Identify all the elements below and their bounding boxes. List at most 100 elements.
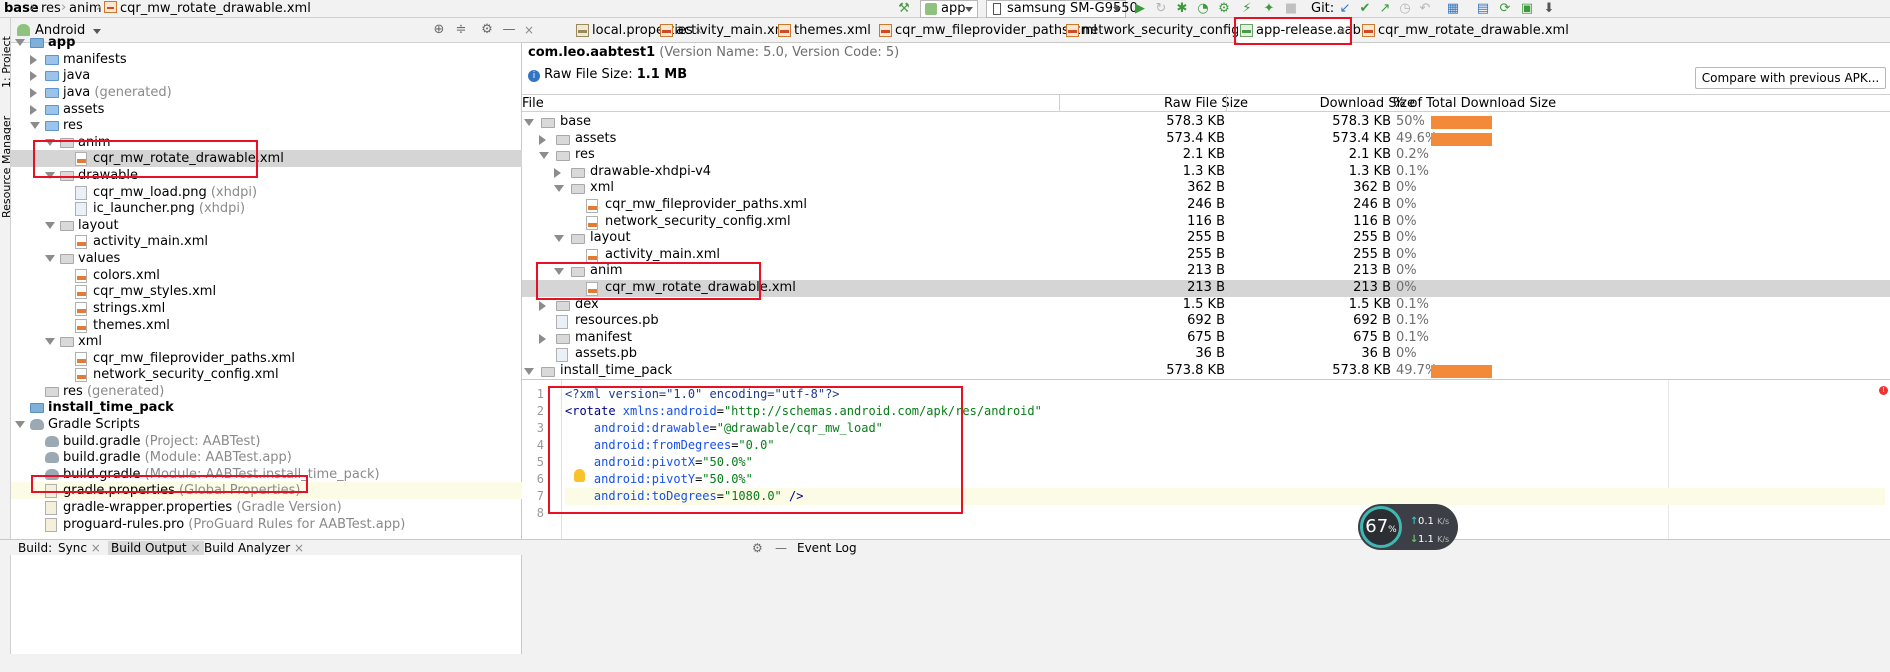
chevron-right-icon[interactable]	[539, 134, 546, 145]
column-raw-size[interactable]: Raw File Size	[1164, 96, 1248, 111]
breadcrumb-file[interactable]: cqr_mw_rotate_drawable.xml	[104, 1, 311, 16]
chevron-down-icon[interactable]	[15, 421, 25, 428]
tree-row[interactable]: drawable	[11, 167, 522, 184]
git-commit-icon[interactable]: ✔	[1358, 2, 1372, 16]
analyzer-row[interactable]: assets.pb 36 B 36 B 0%	[522, 346, 1890, 363]
project-structure-icon[interactable]: ▦	[1446, 2, 1460, 16]
event-log-title[interactable]: Event Log	[797, 541, 857, 555]
apply-code-changes-icon[interactable]: ✦	[1262, 2, 1276, 16]
sdk-manager-icon[interactable]: ⬇	[1542, 2, 1556, 16]
tree-row[interactable]: strings.xml	[11, 300, 522, 317]
chevron-down-icon[interactable]	[554, 268, 564, 276]
analyzer-row[interactable]: anim 213 B 213 B 0%	[522, 263, 1890, 280]
tree-row[interactable]: layout	[11, 217, 522, 234]
chevron-right-icon[interactable]	[30, 55, 37, 65]
chevron-down-icon[interactable]	[45, 222, 55, 229]
chevron-right-icon[interactable]	[554, 167, 561, 178]
error-indicator-icon[interactable]: !	[1879, 386, 1888, 395]
tree-row[interactable]: xml	[11, 333, 522, 350]
chevron-down-icon[interactable]	[539, 152, 549, 160]
git-history-icon[interactable]: ◷	[1398, 2, 1412, 16]
run-icon[interactable]: ▶	[1133, 2, 1147, 16]
tree-row[interactable]: Gradle Scripts	[11, 416, 522, 433]
tab-themes[interactable]: themes.xml	[776, 18, 871, 43]
compare-apk-button[interactable]: Compare with previous APK...	[1695, 67, 1886, 89]
hammer-icon[interactable]: ⚒	[897, 2, 911, 16]
chevron-down-icon[interactable]	[554, 235, 564, 243]
tree-row[interactable]: assets	[11, 101, 522, 118]
chevron-down-icon[interactable]	[554, 185, 564, 193]
analyzer-row[interactable]: cqr_mw_fileprovider_paths.xml 246 B 246 B 0…	[522, 197, 1890, 214]
run-config-dropdown[interactable]: app	[920, 0, 978, 18]
tree-row[interactable]: build.gradle (Module: AABTest.install_ti…	[11, 466, 522, 483]
column-percent[interactable]: % of Total Download Size	[1393, 96, 1556, 111]
git-push-icon[interactable]: ↗	[1378, 2, 1392, 16]
chevron-right-icon[interactable]	[30, 105, 37, 115]
tree-row[interactable]: ic_launcher.png (xhdpi)	[11, 200, 522, 217]
chevron-down-icon[interactable]	[45, 338, 55, 345]
analyzer-row[interactable]: layout 255 B 255 B 0%	[522, 230, 1890, 247]
tab-build-analyzer[interactable]: Build Analyzer ×	[204, 541, 304, 555]
tree-row[interactable]: java	[11, 67, 522, 84]
stop-icon[interactable]: ■	[1284, 2, 1298, 16]
analyzer-row[interactable]: install_time_pack 573.8 KB 573.8 KB 49.7%	[522, 363, 1890, 380]
tree-row[interactable]: colors.xml	[11, 267, 522, 284]
code-line[interactable]: android:pivotY="50.0%"	[565, 471, 1885, 488]
chevron-right-icon[interactable]	[539, 300, 546, 311]
chevron-right-icon[interactable]	[539, 333, 546, 344]
attach-debugger-icon[interactable]: ⚙	[1217, 2, 1231, 16]
chevron-right-icon[interactable]	[30, 88, 37, 98]
tree-row[interactable]: res (generated)	[11, 383, 522, 400]
profile-icon[interactable]: ◔	[1196, 2, 1210, 16]
analyzer-row[interactable]: cqr_mw_rotate_drawable.xml 213 B 213 B 0%	[522, 280, 1890, 297]
chevron-down-icon[interactable]	[524, 119, 534, 126]
analyzer-row[interactable]: network_security_config.xml 116 B 116 B 0%	[522, 214, 1890, 231]
tree-row[interactable]: manifests	[11, 51, 522, 68]
chevron-right-icon[interactable]	[30, 71, 37, 81]
chevron-down-icon[interactable]	[45, 139, 55, 146]
analyzer-row[interactable]: activity_main.xml 255 B 255 B 0%	[522, 247, 1890, 264]
code-line[interactable]	[565, 505, 1885, 522]
gear-icon[interactable]: ⚙	[752, 541, 763, 555]
tree-row[interactable]: values	[11, 250, 522, 267]
tree-row[interactable]: cqr_mw_load.png (xhdpi)	[11, 184, 522, 201]
tree-row[interactable]: java (generated)	[11, 84, 522, 101]
apply-changes-icon[interactable]: ⚡	[1240, 2, 1254, 16]
column-file[interactable]: File	[522, 96, 544, 111]
minimize-icon[interactable]: —	[775, 541, 787, 555]
tree-row[interactable]: network_security_config.xml	[11, 366, 522, 383]
chevron-down-icon[interactable]	[15, 39, 25, 46]
git-update-icon[interactable]: ↙	[1338, 2, 1352, 16]
analyzer-row[interactable]: manifest 675 B 675 B 0.1%	[522, 330, 1890, 347]
layout-inspector-icon[interactable]: ▤	[1476, 2, 1490, 16]
code-line[interactable]: <rotate xmlns:android="http://schemas.an…	[565, 403, 1885, 420]
tree-row[interactable]: cqr_mw_fileprovider_paths.xml	[11, 350, 522, 367]
chevron-down-icon[interactable]	[524, 368, 534, 375]
close-icon[interactable]: ×	[190, 541, 200, 555]
chevron-down-icon[interactable]	[45, 172, 55, 179]
analyzer-row[interactable]: dex 1.5 KB 1.5 KB 0.1%	[522, 297, 1890, 314]
rerun-icon[interactable]: ↻	[1154, 2, 1168, 16]
code-line[interactable]: android:pivotX="50.0%"	[565, 454, 1885, 471]
chevron-down-icon[interactable]	[45, 255, 55, 262]
tab-activity-main[interactable]: activity_main.xml	[658, 18, 791, 43]
breadcrumb-res[interactable]: res	[41, 1, 61, 16]
tree-row[interactable]: gradle.properties (Global Properties)	[11, 482, 522, 499]
git-rollback-icon[interactable]: ↶	[1418, 2, 1432, 16]
tree-row[interactable]: build.gradle (Project: AABTest)	[11, 433, 522, 450]
tree-row[interactable]: app	[11, 34, 522, 51]
analyzer-row[interactable]: base 578.3 KB 578.3 KB 50%	[522, 114, 1890, 131]
tab-sync[interactable]: Sync ×	[58, 541, 101, 555]
tree-row[interactable]: cqr_mw_styles.xml	[11, 283, 522, 300]
avd-manager-icon[interactable]: ▣	[1520, 2, 1534, 16]
tree-row[interactable]: res	[11, 117, 522, 134]
close-icon[interactable]: ×	[91, 541, 101, 555]
tree-row[interactable]: anim	[11, 134, 522, 151]
code-line[interactable]: android:drawable="@drawable/cqr_mw_load"	[565, 420, 1885, 437]
tree-row[interactable]: activity_main.xml	[11, 233, 522, 250]
code-line[interactable]: android:toDegrees="1080.0" />	[565, 488, 1885, 505]
tab-rotate-drawable[interactable]: cqr_mw_rotate_drawable.xml	[1360, 18, 1569, 43]
analyzer-row[interactable]: assets 573.4 KB 573.4 KB 49.6%	[522, 131, 1890, 148]
device-dropdown[interactable]: samsung SM-G9550	[986, 0, 1138, 18]
tab-build-output[interactable]: Build Output ×	[108, 541, 204, 555]
